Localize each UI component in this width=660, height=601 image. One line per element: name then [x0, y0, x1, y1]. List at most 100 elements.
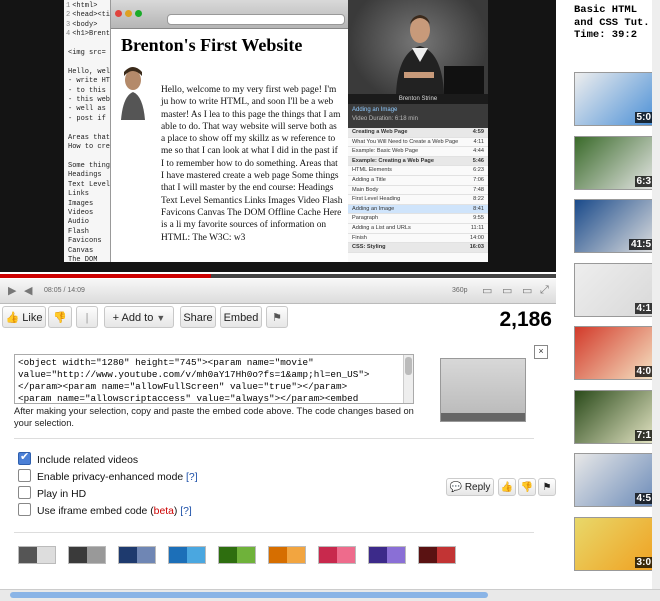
toc-item-time: 8:41 — [473, 205, 484, 212]
embed-code-line: value="http://www.youtube.com/v/mh0aY17H… — [18, 369, 370, 380]
checkbox[interactable] — [18, 469, 31, 482]
widescreen-icon[interactable]: ▭ — [522, 284, 532, 297]
flag-comment-button[interactable]: ⚑ — [538, 478, 556, 496]
toc-item-label: Adding an Image — [352, 205, 395, 212]
swatch-color — [37, 547, 55, 563]
sidebar-video-thumbnail[interactable]: 41:5 — [574, 199, 656, 253]
checkbox[interactable] — [18, 486, 31, 499]
zoom-dot-icon — [135, 10, 142, 17]
video-duration: 4:5 — [634, 493, 653, 504]
toc-item[interactable]: Example: Creating a Web Page 5:46 — [348, 156, 488, 167]
color-swatch[interactable] — [68, 546, 106, 564]
code-text: Some thing — [68, 161, 111, 170]
quality-selector[interactable]: 360p — [452, 287, 468, 294]
toc-item[interactable]: Creating a Web Page 4:59 — [348, 128, 488, 138]
video-player[interactable]: 1 <html> 2 <head><titl 3 <body> 4 <h1>Brenton <i… — [0, 0, 556, 272]
separator-icon: | — [85, 312, 89, 324]
toc-item[interactable]: First Level Heading 8:22 — [348, 195, 488, 205]
code-text: <html> — [72, 2, 98, 10]
checkbox[interactable] — [18, 503, 31, 516]
add-to-button[interactable]: + Add to ▼ — [104, 306, 174, 328]
swatch-color — [237, 547, 255, 563]
code-text: Canvas — [68, 246, 94, 255]
toc-item-time: 7:06 — [473, 176, 484, 183]
like-button[interactable]: 👍 Like — [2, 306, 46, 328]
code-text: Links — [68, 190, 90, 199]
swatch-color — [19, 547, 37, 563]
embed-code-line: <param name="allowscriptaccess" value="a… — [18, 393, 359, 404]
add-to-label: Add to — [121, 312, 154, 324]
fullscreen-icon[interactable]: ⤢ — [540, 284, 549, 297]
sidebar-scrollbar[interactable] — [652, 0, 660, 589]
embed-option[interactable]: Play in HD — [18, 486, 86, 500]
embed-code-scrollbar[interactable] — [403, 355, 413, 403]
color-swatch[interactable] — [168, 546, 206, 564]
volume-icon[interactable]: ◀ — [24, 284, 32, 297]
toc-item[interactable]: Paragraph 9:55 — [348, 214, 488, 224]
color-swatch[interactable] — [218, 546, 256, 564]
video-progress-bar[interactable] — [0, 274, 556, 278]
help-link[interactable]: [?] — [177, 506, 192, 517]
embed-code-textarea[interactable]: <object width="1280" height="745"><param… — [14, 354, 414, 404]
vote-down-button[interactable]: 👎 — [518, 478, 536, 496]
lesson-duration: Video Duration: 6:18 min — [352, 116, 418, 122]
vote-up-button[interactable]: 👍 — [498, 478, 516, 496]
sidebar-heading: Basic HTML and CSS Tut. Time: 39:2 — [574, 4, 650, 41]
toc-item[interactable]: Finish 14:00 — [348, 234, 488, 244]
dislike-button[interactable]: 👎 — [48, 306, 72, 328]
sidebar-video-thumbnail[interactable]: 4:1 — [574, 262, 656, 317]
toc-item-label: Creating a Web Page — [352, 129, 408, 135]
close-dot-icon — [115, 10, 122, 17]
embed-option-label: Play in HD — [37, 489, 87, 500]
toc-item[interactable]: Adding a List and URLs 11:11 — [348, 224, 488, 234]
video-duration: 7:1 — [634, 429, 653, 441]
sidebar-video-thumbnail[interactable]: 3:0 — [574, 516, 656, 571]
instructor-caption: Brenton Strine — [348, 94, 488, 104]
toc-item-label: Example: Basic Web Page — [352, 148, 419, 155]
toc-item[interactable]: Adding an Image 8:41 — [348, 204, 488, 215]
embed-button[interactable]: Embed — [220, 306, 262, 328]
share-button[interactable]: Share — [180, 306, 216, 328]
toc-item[interactable]: HTML Elements 6:23 — [348, 166, 488, 176]
color-swatch[interactable] — [268, 546, 306, 564]
play-icon[interactable]: ▶ — [8, 284, 16, 297]
help-link[interactable]: [?] — [183, 472, 198, 483]
expand-icon[interactable]: ▭ — [502, 284, 512, 297]
embed-option[interactable]: Use iframe embed code (beta) [?] — [18, 503, 192, 517]
color-swatch[interactable] — [318, 546, 356, 564]
swatch-color — [87, 547, 105, 563]
flag-button[interactable]: ⚑ — [266, 306, 288, 328]
sidebar-video-thumbnail[interactable]: 5:0 — [574, 72, 656, 126]
code-text: - well as a — [68, 105, 115, 114]
embed-option[interactable]: Include related videos — [18, 450, 138, 466]
embed-code-text: <object width="1280" height="745"><param… — [18, 357, 410, 404]
color-swatch[interactable] — [18, 546, 56, 564]
embed-hint-text: After making your selection, copy and pa… — [14, 406, 414, 428]
toc-item[interactable]: Adding a Title 7:06 — [348, 176, 488, 186]
sidebar-video-thumbnail[interactable]: 6:3 — [574, 135, 656, 190]
color-swatch[interactable] — [118, 546, 156, 564]
toc-item-time: 8:22 — [473, 196, 484, 203]
sidebar-video-thumbnail[interactable]: 4:5 — [574, 453, 656, 507]
popout-icon[interactable]: ▭ — [482, 284, 492, 297]
toc-item[interactable]: CSS: Styling 16:03 — [348, 243, 488, 253]
more-button[interactable]: | — [76, 306, 98, 328]
horizontal-scrollbar[interactable] — [0, 589, 660, 601]
chevron-down-icon: ▼ — [156, 313, 166, 323]
reply-button[interactable]: 💬 Reply — [446, 478, 494, 496]
speech-bubble-icon: 💬 — [449, 482, 463, 493]
toc-item[interactable]: Example: Basic Web Page 4:44 — [348, 147, 488, 157]
close-embed-button[interactable]: × — [534, 345, 548, 359]
swatch-color — [69, 547, 87, 563]
sidebar-video-thumbnail[interactable]: 4:0 — [574, 326, 656, 380]
line-number: 2 — [66, 11, 71, 20]
embed-option[interactable]: Enable privacy-enhanced mode [?] — [18, 469, 198, 483]
horizontal-scrollbar-thumb[interactable] — [10, 592, 488, 598]
toc-item[interactable]: Main Body 7:48 — [348, 186, 488, 196]
color-swatch[interactable] — [368, 546, 406, 564]
checkbox[interactable] — [18, 450, 31, 465]
thumbs-up-icon: 👍 — [500, 482, 514, 493]
color-swatch[interactable] — [418, 546, 456, 564]
toc-item[interactable]: What You Will Need to Create a Web Page 4… — [348, 138, 488, 148]
sidebar-video-thumbnail[interactable]: 7:1 — [574, 389, 656, 444]
